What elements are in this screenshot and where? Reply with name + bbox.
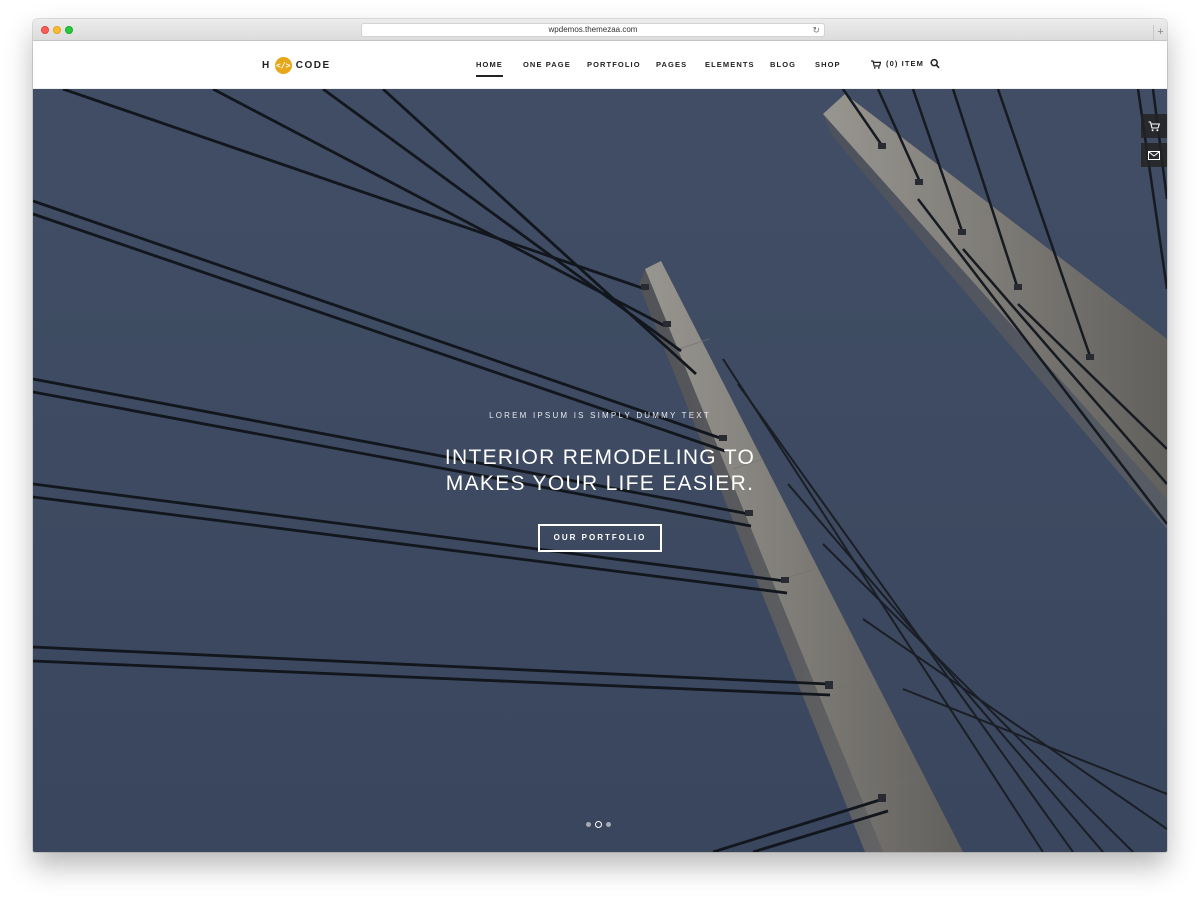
nav-item-one-page[interactable]: ONE PAGE	[523, 60, 571, 70]
hero-slider: LOREM IPSUM IS SIMPLY DUMMY TEXT INTERIO…	[33, 89, 1167, 852]
logo-text-right: CODE	[295, 59, 331, 71]
browser-toolbar: wpdemos.themezaa.com ↻ +	[33, 19, 1167, 41]
close-window-button[interactable]	[41, 26, 49, 34]
cart-count-label: (0) ITEM	[886, 59, 924, 68]
nav-cart[interactable]: (0) ITEM	[871, 59, 924, 69]
logo-text-left: H	[262, 59, 271, 71]
nav-item-elements[interactable]: ELEMENTS	[705, 60, 755, 70]
hero-headline: INTERIOR REMODELING TO MAKES YOUR LIFE E…	[33, 445, 1167, 497]
cart-icon	[871, 59, 881, 69]
nav-item-home[interactable]: HOME	[476, 60, 503, 77]
hero-kicker: LOREM IPSUM IS SIMPLY DUMMY TEXT	[489, 411, 711, 420]
reload-icon[interactable]: ↻	[812, 24, 820, 36]
address-bar[interactable]: wpdemos.themezaa.com ↻	[361, 23, 825, 37]
slider-pagination	[586, 821, 611, 828]
nav-item-shop[interactable]: SHOP	[815, 60, 841, 70]
browser-window: wpdemos.themezaa.com ↻ + H </> CODE HOME…	[33, 19, 1167, 852]
side-cart-button[interactable]	[1141, 114, 1167, 138]
new-tab-button[interactable]: +	[1153, 25, 1167, 41]
nav-item-blog[interactable]: BLOG	[770, 60, 796, 70]
page: wpdemos.themezaa.com ↻ + H </> CODE HOME…	[0, 0, 1200, 898]
mail-icon	[1148, 150, 1160, 160]
our-portfolio-button[interactable]: OUR PORTFOLIO	[538, 524, 662, 552]
search-icon[interactable]	[930, 58, 940, 70]
side-contact-button[interactable]	[1141, 143, 1167, 167]
logo-code-icon: </>	[274, 56, 292, 74]
slider-dot-2[interactable]	[595, 821, 602, 828]
hero-headline-line-1: INTERIOR REMODELING TO	[444, 446, 756, 469]
site-header: H </> CODE HOME ONE PAGE PORTFOLIO PAGES…	[33, 41, 1167, 89]
hero-headline-line-2: MAKES YOUR LIFE EASIER.	[445, 472, 755, 495]
site-logo[interactable]: H </> CODE	[262, 56, 331, 74]
zoom-window-button[interactable]	[65, 26, 73, 34]
minimize-window-button[interactable]	[53, 26, 61, 34]
cart-icon	[1148, 120, 1160, 131]
slider-dot-3[interactable]	[606, 822, 611, 827]
nav-item-pages[interactable]: PAGES	[656, 60, 687, 70]
address-url: wpdemos.themezaa.com	[548, 25, 638, 34]
slider-dot-1[interactable]	[586, 822, 591, 827]
nav-item-portfolio[interactable]: PORTFOLIO	[587, 60, 641, 70]
